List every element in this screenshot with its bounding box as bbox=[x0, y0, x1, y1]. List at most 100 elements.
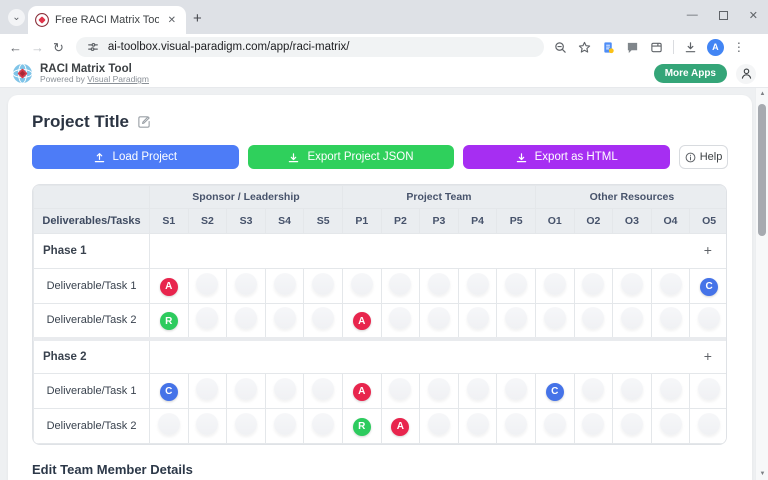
column-header-P3[interactable]: P3 bbox=[420, 209, 459, 234]
window-minimize-button[interactable]: — bbox=[687, 9, 698, 21]
matrix-cell-O1[interactable] bbox=[535, 269, 574, 304]
empty-assignment-slot[interactable] bbox=[621, 413, 643, 435]
raci-badge-C[interactable]: C bbox=[160, 383, 178, 401]
empty-assignment-slot[interactable] bbox=[505, 307, 527, 329]
column-header-O3[interactable]: O3 bbox=[613, 209, 652, 234]
empty-assignment-slot[interactable] bbox=[428, 307, 450, 329]
matrix-cell-P2[interactable]: A bbox=[381, 409, 420, 444]
column-header-S5[interactable]: S5 bbox=[304, 209, 343, 234]
matrix-cell-O5[interactable] bbox=[690, 409, 727, 444]
page-scrollbar[interactable]: ▲ ▼ bbox=[755, 88, 768, 480]
add-task-button[interactable]: + bbox=[701, 242, 715, 258]
empty-assignment-slot[interactable] bbox=[389, 378, 411, 400]
matrix-cell-S2[interactable] bbox=[188, 374, 227, 409]
column-header-P2[interactable]: P2 bbox=[381, 209, 420, 234]
matrix-cell-S1[interactable]: R bbox=[150, 304, 189, 339]
empty-assignment-slot[interactable] bbox=[582, 307, 604, 329]
empty-assignment-slot[interactable] bbox=[389, 307, 411, 329]
task-row-label[interactable]: Deliverable/Task 2 bbox=[34, 304, 150, 339]
raci-badge-A[interactable]: A bbox=[391, 418, 409, 436]
reload-icon[interactable]: ↻ bbox=[53, 41, 64, 54]
matrix-cell-P3[interactable] bbox=[420, 374, 459, 409]
matrix-cell-S3[interactable] bbox=[227, 269, 266, 304]
empty-assignment-slot[interactable] bbox=[698, 413, 720, 435]
tab-search-button[interactable]: ⌄ bbox=[8, 9, 25, 26]
empty-assignment-slot[interactable] bbox=[582, 413, 604, 435]
column-header-O5[interactable]: O5 bbox=[690, 209, 727, 234]
empty-assignment-slot[interactable] bbox=[312, 273, 334, 295]
column-header-O2[interactable]: O2 bbox=[574, 209, 613, 234]
empty-assignment-slot[interactable] bbox=[621, 307, 643, 329]
matrix-cell-P3[interactable] bbox=[420, 304, 459, 339]
browser-tab[interactable]: Free RACI Matrix Tool | Assign R ✕ bbox=[28, 6, 186, 34]
empty-assignment-slot[interactable] bbox=[544, 413, 566, 435]
empty-assignment-slot[interactable] bbox=[467, 413, 489, 435]
matrix-cell-P3[interactable] bbox=[420, 269, 459, 304]
column-header-P5[interactable]: P5 bbox=[497, 209, 536, 234]
empty-assignment-slot[interactable] bbox=[235, 307, 257, 329]
bookmark-star-icon[interactable] bbox=[577, 40, 592, 55]
empty-assignment-slot[interactable] bbox=[582, 273, 604, 295]
column-header-S4[interactable]: S4 bbox=[265, 209, 304, 234]
new-tab-button[interactable]: + bbox=[193, 10, 202, 27]
edit-title-icon[interactable] bbox=[137, 115, 151, 129]
matrix-cell-O4[interactable] bbox=[651, 269, 690, 304]
help-button[interactable]: Help bbox=[679, 145, 728, 169]
column-header-O1[interactable]: O1 bbox=[535, 209, 574, 234]
matrix-cell-P3[interactable] bbox=[420, 409, 459, 444]
empty-assignment-slot[interactable] bbox=[582, 378, 604, 400]
matrix-cell-S4[interactable] bbox=[265, 304, 304, 339]
extensions-icon[interactable] bbox=[649, 40, 664, 55]
matrix-cell-P5[interactable] bbox=[497, 374, 536, 409]
empty-assignment-slot[interactable] bbox=[235, 378, 257, 400]
add-task-button[interactable]: + bbox=[701, 348, 715, 364]
empty-assignment-slot[interactable] bbox=[158, 413, 180, 435]
matrix-cell-P1[interactable] bbox=[342, 269, 381, 304]
matrix-cell-P1[interactable]: A bbox=[342, 304, 381, 339]
column-header-P4[interactable]: P4 bbox=[458, 209, 497, 234]
export-json-button[interactable]: Export Project JSON bbox=[248, 145, 455, 169]
matrix-cell-S4[interactable] bbox=[265, 269, 304, 304]
raci-badge-R[interactable]: R bbox=[160, 312, 178, 330]
empty-assignment-slot[interactable] bbox=[351, 273, 373, 295]
scrollbar-thumb[interactable] bbox=[758, 104, 766, 236]
matrix-cell-S1[interactable] bbox=[150, 409, 189, 444]
empty-assignment-slot[interactable] bbox=[274, 307, 296, 329]
task-row-label[interactable]: Deliverable/Task 2 bbox=[34, 409, 150, 444]
matrix-cell-O5[interactable] bbox=[690, 374, 727, 409]
downloads-icon[interactable] bbox=[683, 40, 698, 55]
matrix-cell-O4[interactable] bbox=[651, 304, 690, 339]
matrix-cell-P1[interactable]: A bbox=[342, 374, 381, 409]
matrix-cell-O1[interactable]: C bbox=[535, 374, 574, 409]
load-project-button[interactable]: Load Project bbox=[32, 145, 239, 169]
export-html-button[interactable]: Export as HTML bbox=[463, 145, 670, 169]
matrix-cell-O3[interactable] bbox=[613, 374, 652, 409]
matrix-cell-S5[interactable] bbox=[304, 409, 343, 444]
empty-assignment-slot[interactable] bbox=[621, 378, 643, 400]
empty-assignment-slot[interactable] bbox=[312, 413, 334, 435]
empty-assignment-slot[interactable] bbox=[312, 307, 334, 329]
matrix-cell-S2[interactable] bbox=[188, 304, 227, 339]
empty-assignment-slot[interactable] bbox=[428, 413, 450, 435]
empty-assignment-slot[interactable] bbox=[428, 378, 450, 400]
empty-assignment-slot[interactable] bbox=[698, 307, 720, 329]
empty-assignment-slot[interactable] bbox=[235, 413, 257, 435]
more-apps-button[interactable]: More Apps bbox=[654, 64, 727, 83]
scroll-up-icon[interactable]: ▲ bbox=[756, 91, 768, 97]
empty-assignment-slot[interactable] bbox=[505, 273, 527, 295]
matrix-cell-P5[interactable] bbox=[497, 409, 536, 444]
empty-assignment-slot[interactable] bbox=[312, 378, 334, 400]
user-profile-button[interactable] bbox=[736, 64, 756, 84]
empty-assignment-slot[interactable] bbox=[389, 273, 411, 295]
matrix-cell-O4[interactable] bbox=[651, 374, 690, 409]
empty-assignment-slot[interactable] bbox=[235, 273, 257, 295]
matrix-cell-S5[interactable] bbox=[304, 269, 343, 304]
matrix-cell-P4[interactable] bbox=[458, 269, 497, 304]
empty-assignment-slot[interactable] bbox=[467, 273, 489, 295]
raci-badge-A[interactable]: A bbox=[353, 312, 371, 330]
matrix-cell-P2[interactable] bbox=[381, 374, 420, 409]
tab-close-icon[interactable]: ✕ bbox=[165, 14, 179, 27]
matrix-cell-P5[interactable] bbox=[497, 269, 536, 304]
matrix-cell-S5[interactable] bbox=[304, 374, 343, 409]
matrix-cell-O2[interactable] bbox=[574, 374, 613, 409]
